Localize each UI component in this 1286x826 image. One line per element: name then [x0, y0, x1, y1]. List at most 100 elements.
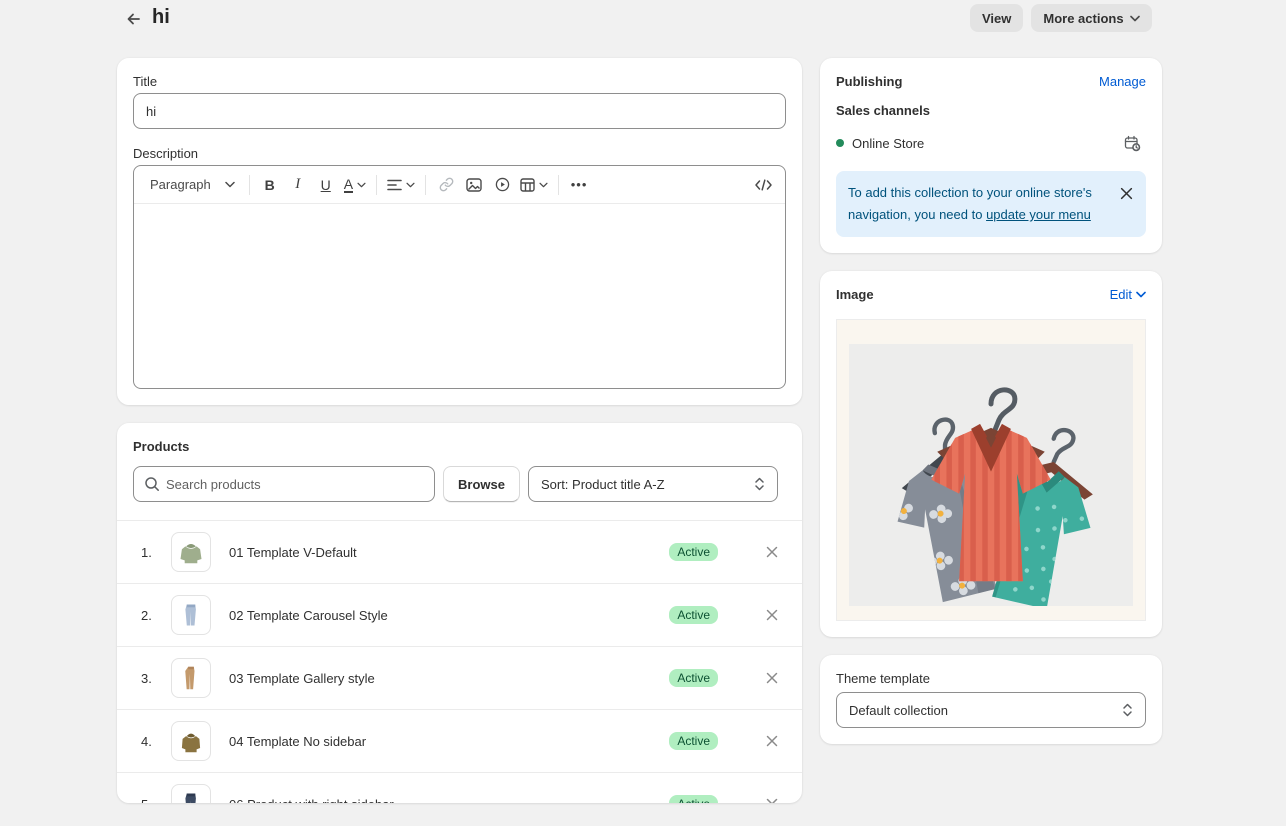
header-actions: View More actions	[970, 4, 1152, 32]
close-icon	[766, 735, 778, 747]
code-icon	[755, 179, 772, 191]
theme-template-card: Theme template Default collection	[820, 655, 1162, 744]
title-label: Title	[133, 74, 786, 89]
sort-select[interactable]: Sort: Product title A-Z	[528, 466, 778, 502]
ellipsis-icon: •••	[571, 177, 588, 192]
chevron-down-icon	[1130, 15, 1140, 22]
editor-toolbar: Paragraph B I U A	[134, 166, 785, 204]
caret-updown-icon	[754, 477, 765, 491]
product-thumbnail	[171, 721, 211, 761]
title-input[interactable]	[133, 93, 786, 129]
product-list: 1. 01 Template V-Default Active 2. 0	[117, 520, 802, 803]
product-title: 03 Template Gallery style	[229, 671, 669, 686]
toolbar-divider	[425, 175, 426, 195]
navigation-info-banner: To add this collection to your online st…	[836, 171, 1146, 237]
update-your-menu-link[interactable]: update your menu	[986, 207, 1091, 222]
manage-link[interactable]: Manage	[1099, 74, 1146, 89]
back-button[interactable]	[122, 7, 146, 31]
chevron-down-icon	[406, 182, 415, 188]
collection-image[interactable]	[836, 319, 1146, 621]
remove-product-button[interactable]	[758, 601, 786, 629]
caret-updown-icon	[1122, 703, 1133, 717]
italic-button[interactable]: I	[284, 171, 312, 199]
bold-button[interactable]: B	[256, 171, 284, 199]
insert-image-button[interactable]	[460, 171, 488, 199]
products-toolbar: Browse Sort: Product title A-Z	[117, 466, 802, 502]
product-title: 01 Template V-Default	[229, 545, 669, 560]
chevron-down-icon	[1136, 291, 1146, 298]
product-thumbnail	[171, 784, 211, 803]
product-row: 3. 03 Template Gallery style Active	[117, 646, 802, 709]
dismiss-banner-button[interactable]	[1112, 179, 1140, 207]
edit-image-dropdown[interactable]: Edit	[1110, 287, 1146, 302]
row-index: 5.	[141, 797, 171, 804]
products-heading: Products	[133, 439, 786, 454]
alignment-button[interactable]	[383, 171, 419, 199]
close-icon	[766, 546, 778, 558]
row-index: 2.	[141, 608, 171, 623]
shirts-illustration	[849, 344, 1133, 606]
publishing-heading: Publishing	[836, 74, 902, 89]
status-badge: Active	[669, 732, 718, 750]
page-title: hi	[152, 6, 170, 29]
channel-status-dot	[836, 139, 844, 147]
bold-icon: B	[265, 177, 275, 193]
theme-template-select[interactable]: Default collection	[836, 692, 1146, 728]
publishing-card: Publishing Manage Sales channels Online …	[820, 58, 1162, 253]
status-badge: Active	[669, 795, 718, 803]
row-index: 3.	[141, 671, 171, 686]
close-icon	[766, 609, 778, 621]
underline-button[interactable]: U	[312, 171, 340, 199]
underline-icon: U	[321, 177, 331, 193]
collection-edit-page: hi View More actions Title Description	[0, 0, 1286, 826]
banner-message: To add this collection to your online st…	[848, 182, 1094, 226]
page-header: hi View More actions	[0, 0, 1286, 40]
table-icon	[520, 178, 535, 192]
remove-product-button[interactable]	[758, 664, 786, 692]
channel-row: Online Store	[836, 129, 1146, 157]
description-textarea[interactable]	[134, 204, 785, 388]
remove-product-button[interactable]	[758, 790, 786, 803]
close-icon	[766, 798, 778, 803]
calendar-clock-icon	[1124, 135, 1141, 152]
theme-template-label: Theme template	[836, 671, 1146, 686]
paragraph-style-dropdown[interactable]: Paragraph	[142, 171, 243, 199]
more-formatting-button[interactable]: •••	[565, 171, 593, 199]
remove-product-button[interactable]	[758, 727, 786, 755]
close-icon	[766, 672, 778, 684]
product-row: 1. 01 Template V-Default Active	[117, 520, 802, 583]
toolbar-divider	[558, 175, 559, 195]
remove-product-button[interactable]	[758, 538, 786, 566]
image-heading: Image	[836, 287, 874, 302]
arrow-left-icon	[125, 10, 143, 28]
main-column: Title Description Paragraph B I U	[117, 58, 802, 803]
product-thumbnail	[171, 658, 211, 698]
show-html-button[interactable]	[749, 171, 777, 199]
chevron-down-icon	[225, 181, 235, 188]
view-button[interactable]: View	[970, 4, 1023, 32]
product-search-field[interactable]	[133, 466, 435, 502]
insert-table-button[interactable]	[516, 171, 552, 199]
insert-link-button[interactable]	[432, 171, 460, 199]
product-title: 06 Product with right sidebar	[229, 797, 669, 804]
close-icon	[1120, 187, 1133, 200]
toolbar-divider	[376, 175, 377, 195]
more-actions-button[interactable]: More actions	[1031, 4, 1151, 32]
link-icon	[439, 177, 454, 192]
text-color-button[interactable]: A	[340, 171, 370, 199]
insert-video-button[interactable]	[488, 171, 516, 199]
align-left-icon	[387, 179, 402, 191]
status-badge: Active	[669, 543, 718, 561]
product-thumbnail	[171, 532, 211, 572]
product-thumbnail	[171, 595, 211, 635]
browse-button[interactable]: Browse	[443, 466, 520, 502]
chevron-down-icon	[539, 182, 548, 188]
image-icon	[466, 178, 482, 192]
search-products-input[interactable]	[166, 477, 424, 492]
status-badge: Active	[669, 669, 718, 687]
product-title: 04 Template No sidebar	[229, 734, 669, 749]
channel-name: Online Store	[852, 136, 1118, 151]
products-card: Products Browse Sort: Product title A-Z	[117, 423, 802, 803]
schedule-availability-button[interactable]	[1118, 129, 1146, 157]
sidebar-column: Publishing Manage Sales channels Online …	[820, 58, 1162, 762]
